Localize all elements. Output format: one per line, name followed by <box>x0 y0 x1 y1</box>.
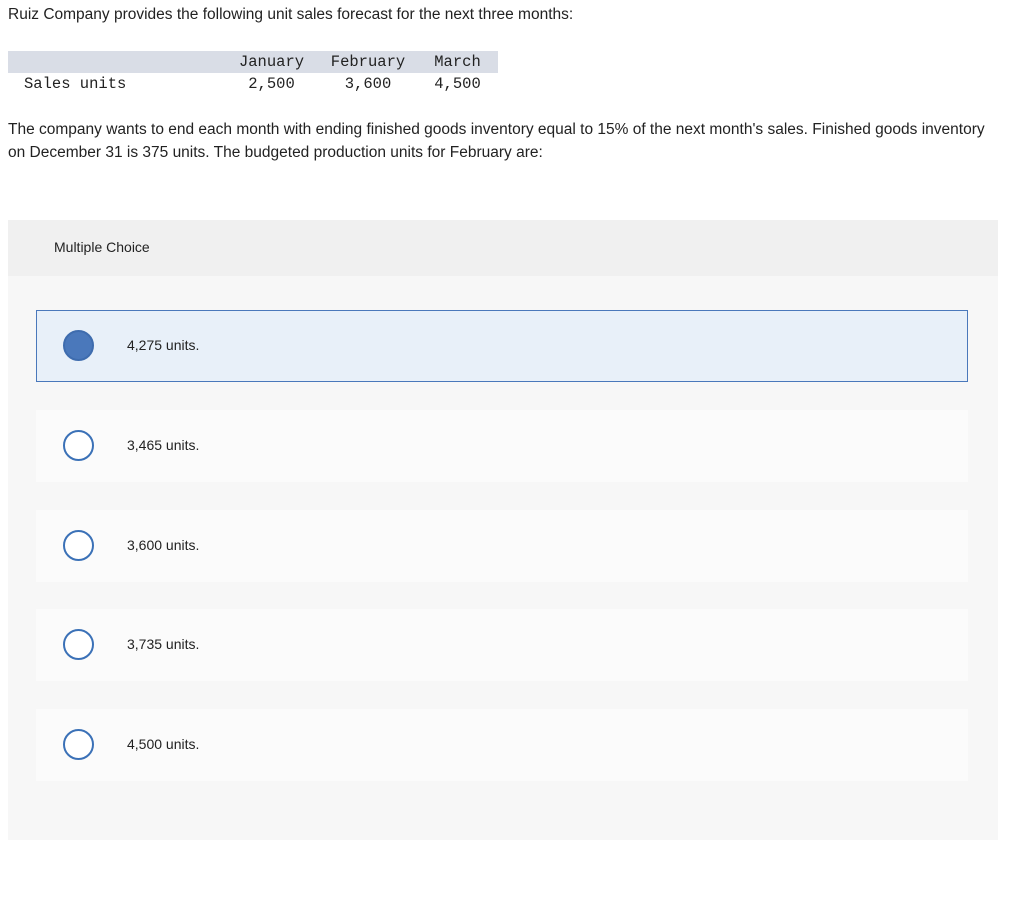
table-row: Sales units 2,500 3,600 4,500 <box>8 73 498 95</box>
multiple-choice-panel: Multiple Choice 4,275 units. 3,465 units… <box>8 220 998 840</box>
table-header-january: January <box>238 53 305 71</box>
choice-option-5[interactable]: 4,500 units. <box>36 709 968 781</box>
choice-option-2[interactable]: 3,465 units. <box>36 410 968 482</box>
choice-option-3[interactable]: 3,600 units. <box>36 510 968 582</box>
choice-option-1[interactable]: 4,275 units. <box>36 310 968 382</box>
february-value: 3,600 <box>344 75 392 93</box>
choice-label: 4,500 units. <box>127 736 200 752</box>
radio-selected-icon[interactable] <box>63 330 94 361</box>
question-text: The company wants to end each month with… <box>8 121 985 161</box>
radio-unselected-icon[interactable] <box>63 530 94 561</box>
intro-text: Ruiz Company provides the following unit… <box>8 6 574 23</box>
table-header-row: January February March <box>8 51 498 73</box>
table-header-february: February <box>330 53 406 71</box>
sales-forecast-table: January February March Sales units 2,500… <box>8 51 498 95</box>
row-label: Sales units <box>24 75 127 93</box>
radio-unselected-icon[interactable] <box>63 629 94 660</box>
march-value: 4,500 <box>434 75 481 93</box>
radio-unselected-icon[interactable] <box>63 729 94 760</box>
radio-unselected-icon[interactable] <box>63 430 94 461</box>
multiple-choice-header: Multiple Choice <box>8 220 998 276</box>
january-value: 2,500 <box>248 75 295 93</box>
table-header-cell <box>8 51 224 73</box>
choice-option-4[interactable]: 3,735 units. <box>36 609 968 681</box>
multiple-choice-label: Multiple Choice <box>54 239 150 255</box>
choice-label: 3,600 units. <box>127 537 200 553</box>
table-header-march: March <box>434 53 481 71</box>
choice-label: 3,735 units. <box>127 636 200 652</box>
choice-label: 4,275 units. <box>127 337 200 353</box>
choice-label: 3,465 units. <box>127 437 200 453</box>
